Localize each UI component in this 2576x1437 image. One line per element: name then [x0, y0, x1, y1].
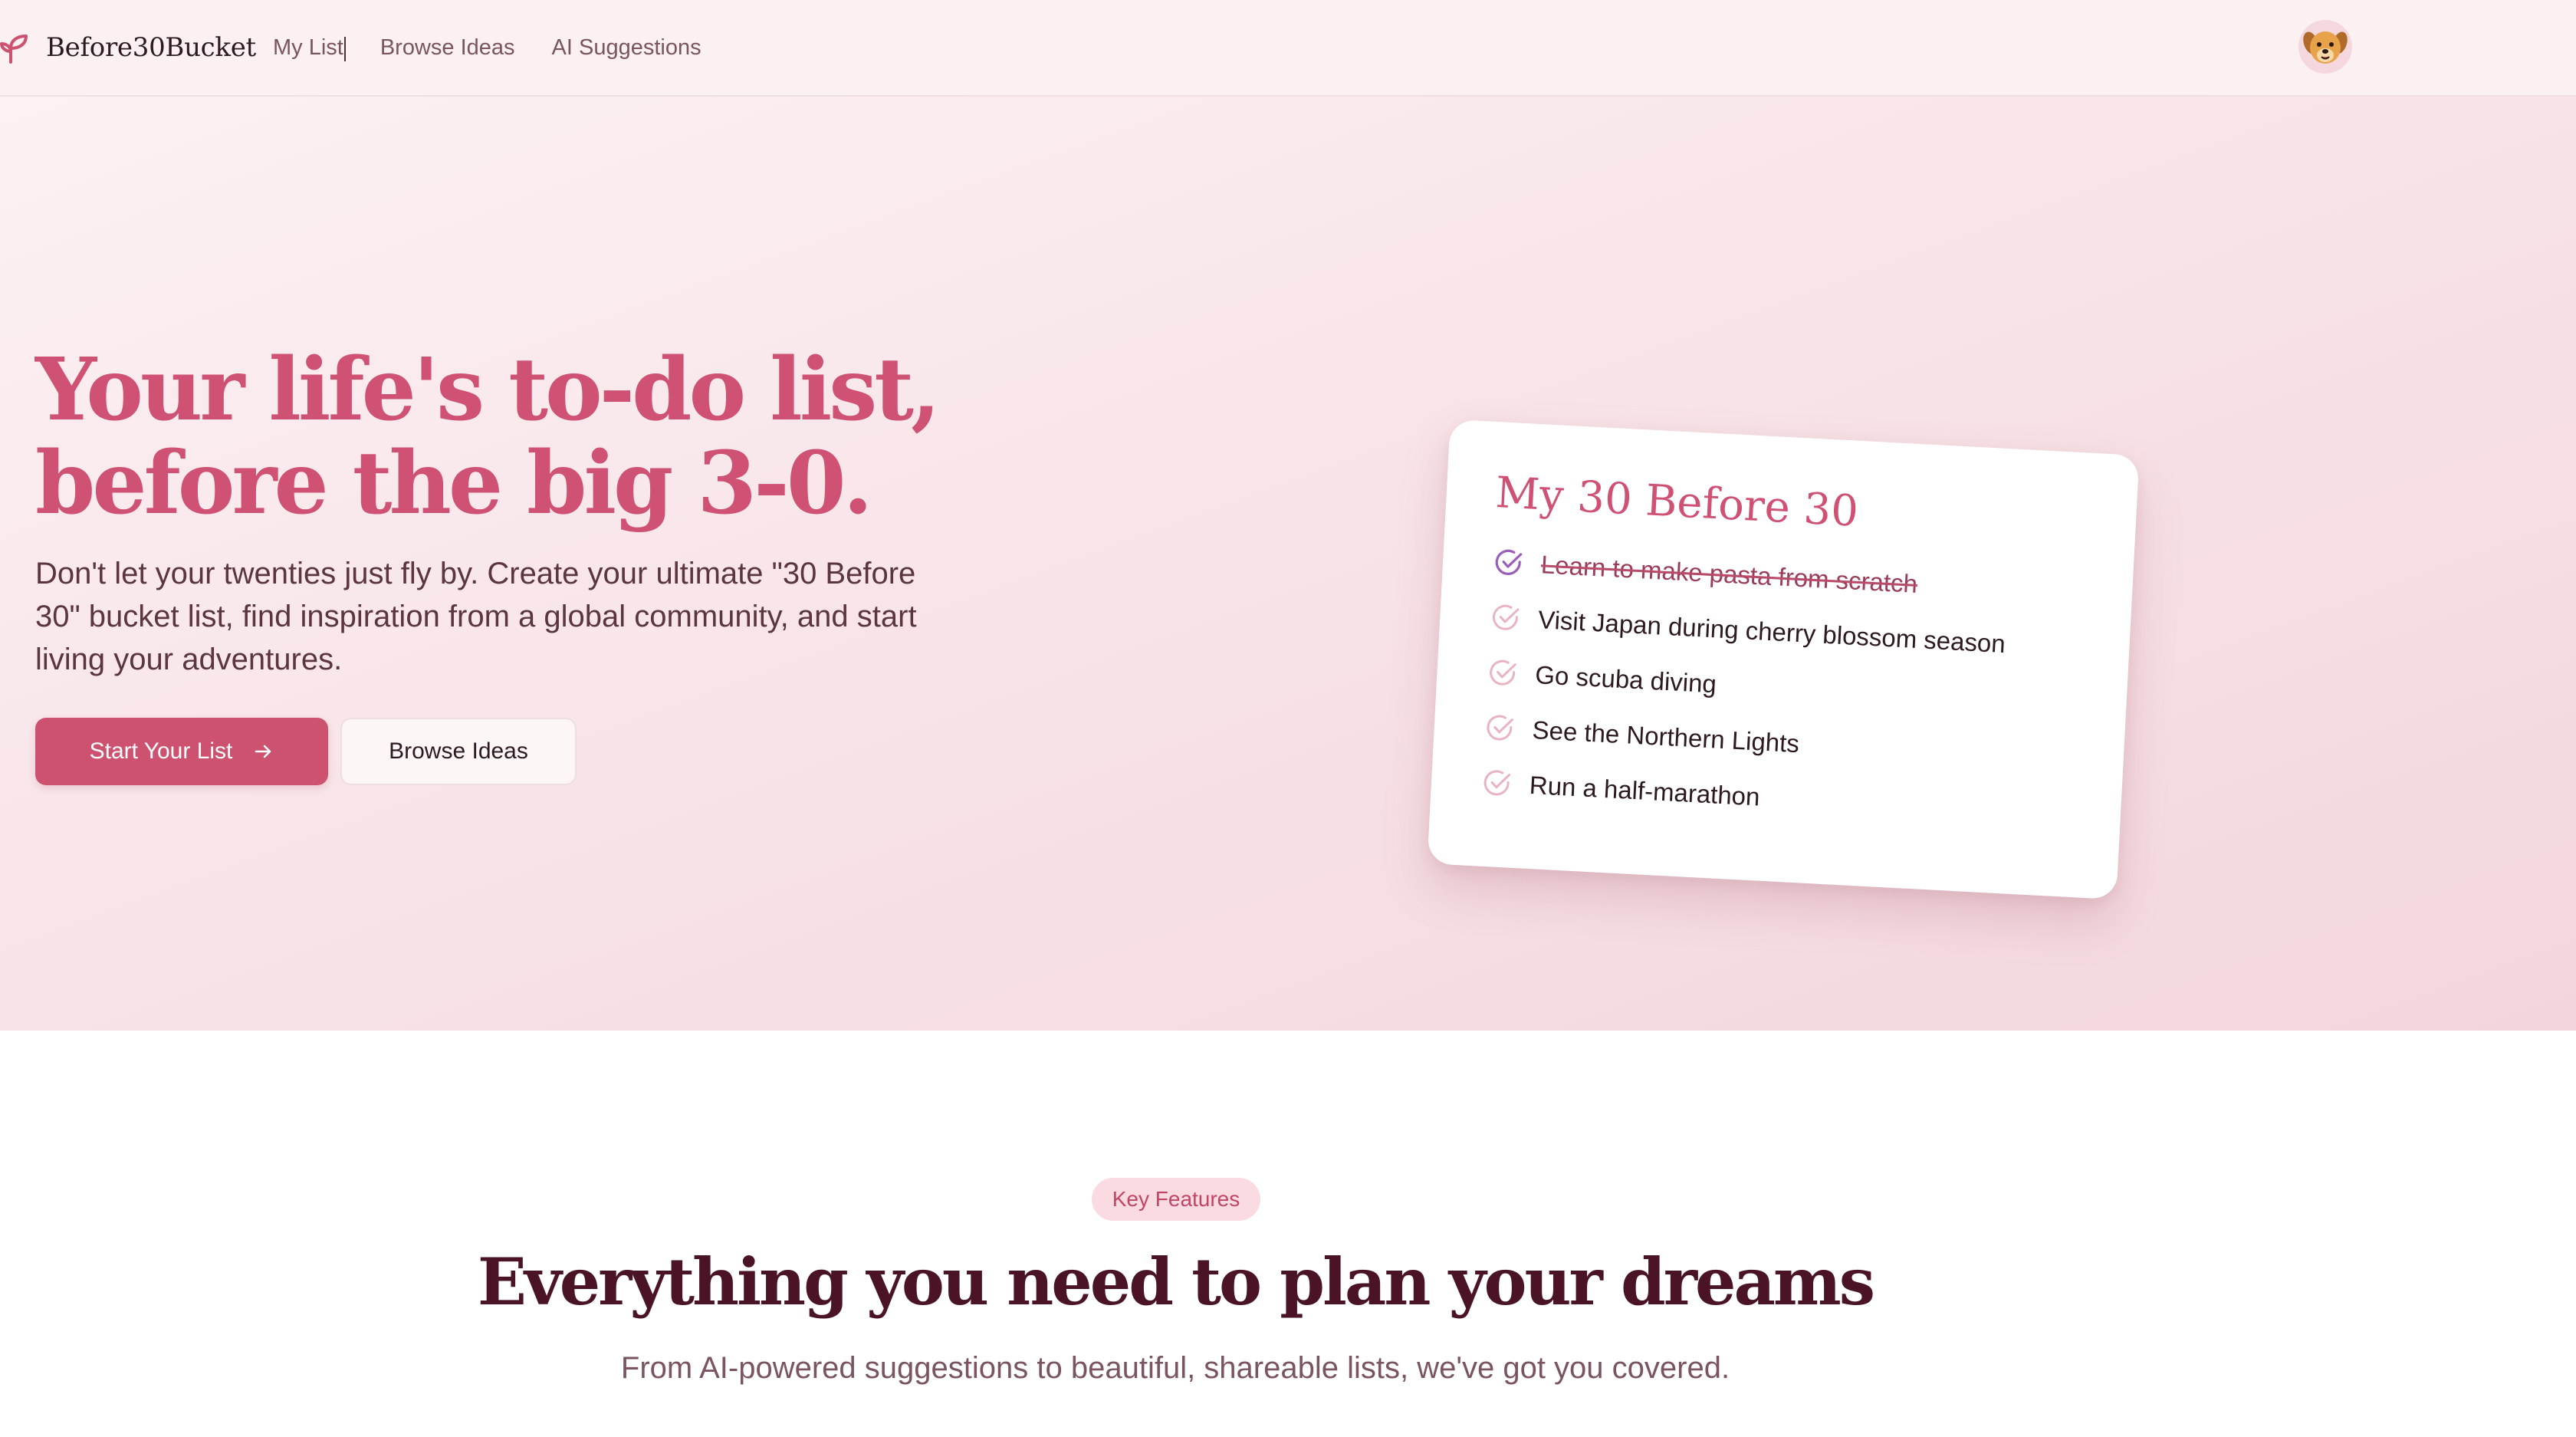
- features-subtitle: From AI-powered suggestions to beautiful…: [620, 1351, 1730, 1385]
- hero-buttons: Start Your List Browse Ideas: [35, 718, 577, 785]
- list-item-text: Learn to make pasta from scratch: [1540, 550, 1918, 598]
- sprout-icon: [0, 31, 31, 64]
- key-features-badge: Key Features: [1092, 1178, 1260, 1221]
- hero-section: Your life's to-do list, before the big 3…: [0, 97, 2576, 1031]
- list-item-text: Go scuba diving: [1534, 660, 1717, 699]
- check-circle-icon: [1485, 656, 1520, 691]
- features-section: Key Features Everything you need to plan…: [0, 1031, 2576, 1437]
- page: Before30Bucket My List Browse Ideas AI S…: [0, 0, 2576, 1437]
- check-circle-icon: [1483, 711, 1518, 746]
- arrow-right-icon: [254, 742, 274, 761]
- hero-subtitle: Don't let your twenties just fly by. Cre…: [35, 557, 917, 676]
- nav-link-browse-ideas[interactable]: Browse Ideas: [380, 35, 515, 61]
- start-your-list-label: Start Your List: [89, 738, 233, 764]
- check-circle-icon: [1491, 545, 1526, 580]
- main-nav: My List Browse Ideas AI Suggestions: [273, 0, 738, 95]
- browse-ideas-button[interactable]: Browse Ideas: [340, 718, 577, 785]
- avatar[interactable]: [2298, 20, 2352, 74]
- features-title: Everything you need to plan your dreams: [477, 1244, 1875, 1320]
- start-your-list-button[interactable]: Start Your List: [35, 718, 328, 785]
- brand-name: Before30Bucket: [46, 32, 256, 63]
- check-circle-icon: [1480, 766, 1515, 801]
- bucket-list-preview-card: My 30 Before 30 Learn to make pasta from…: [1427, 419, 2140, 900]
- list-item-text: Run a half-marathon: [1529, 770, 1761, 811]
- brand[interactable]: Before30Bucket: [0, 0, 256, 95]
- hero-title: Your life's to-do list, before the big 3…: [35, 340, 941, 534]
- dog-face-icon: [2303, 31, 2348, 64]
- check-circle-icon: [1488, 600, 1523, 636]
- nav-link-ai-suggestions[interactable]: AI Suggestions: [552, 35, 702, 61]
- list-item-text: See the Northern Lights: [1531, 715, 1800, 758]
- card-title: My 30 Before 30: [1494, 468, 1860, 537]
- top-navbar: Before30Bucket My List Browse Ideas AI S…: [0, 0, 2576, 97]
- nav-link-my-list[interactable]: My List: [273, 35, 346, 61]
